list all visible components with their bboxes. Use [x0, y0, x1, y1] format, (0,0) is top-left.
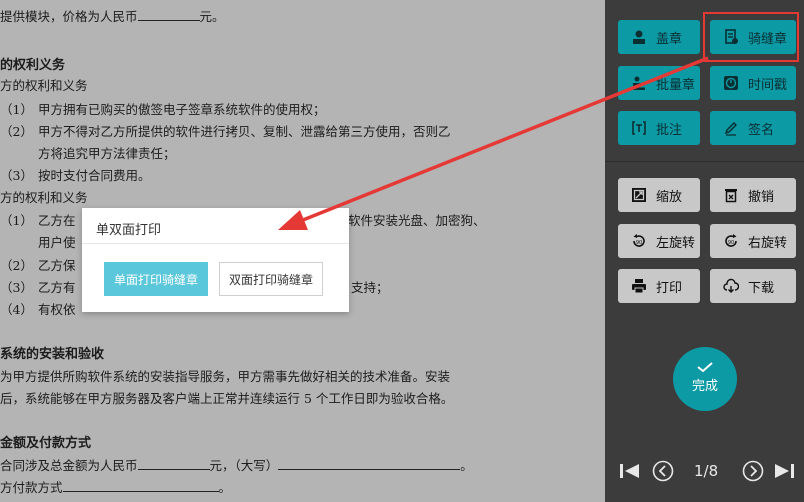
doc-heading: 的权利义务: [0, 58, 66, 73]
trash-icon: [720, 187, 742, 203]
zoom-icon: [628, 187, 650, 203]
zoom-button[interactable]: 缩放: [618, 178, 700, 212]
timestamp-label: 时间戳: [748, 77, 788, 93]
doc-line: 为甲方提供所购软件系统的安装指导服务，甲方需事先做好相关的技术准备。安装: [0, 369, 451, 384]
doc-line: （2） 甲方不得对乙方所提供的软件进行拷贝、复制、泄露给第三方使用，否则乙: [0, 124, 451, 139]
last-page-button[interactable]: [771, 458, 797, 484]
doc-line: （3） 乙方有: [0, 280, 76, 295]
double-side-print-button[interactable]: 双面打印骑缝章: [219, 262, 323, 296]
doc-line: 用户使: [38, 235, 76, 250]
doc-line: 方的权利和义务: [0, 190, 88, 205]
svg-text:90: 90: [728, 240, 734, 246]
doc-line: 方的权利和义务: [0, 78, 88, 93]
rotate-right-label: 右旋转: [748, 235, 788, 251]
download-label: 下载: [748, 280, 775, 296]
done-label: 完成: [691, 378, 718, 394]
undo-label: 撤销: [748, 189, 775, 205]
prev-page-button[interactable]: [650, 458, 676, 484]
next-page-button[interactable]: [740, 458, 766, 484]
cloud-download-icon: [720, 278, 742, 294]
check-icon: [697, 361, 713, 372]
doc-line: （1） 乙方在: [0, 213, 76, 228]
first-page-button[interactable]: [617, 458, 643, 484]
doc-line: 提供模块，价格为人民币 元。: [0, 9, 225, 24]
sign-label: 签名: [748, 122, 775, 138]
doc-line: （2） 乙方保: [0, 258, 76, 273]
red-seal-fragment: [578, 0, 605, 20]
doc-line: 方将追究甲方法律责任；: [38, 146, 176, 161]
timestamp-button[interactable]: 时间戳: [710, 66, 796, 100]
doc-line-tail: 支持；: [351, 280, 389, 295]
doc-line: 后，系统能够在甲方服务器及客户端上正常并连续运行 5 个工作日即为验收合格。: [0, 391, 454, 406]
batch-stamp-icon: [628, 75, 650, 91]
seam-seal-highlight: [703, 12, 799, 62]
user-stamp-icon: [628, 29, 650, 45]
printer-icon: [628, 278, 650, 294]
page-indicator: 1/8: [694, 462, 719, 480]
dialog-divider: [82, 243, 349, 244]
rotate-left-label: 左旋转: [656, 235, 696, 251]
single-side-print-button[interactable]: 单面打印骑缝章: [104, 262, 208, 296]
panel-divider: [605, 161, 804, 162]
batch-stamp-label: 批量章: [656, 77, 696, 93]
clock-icon: [720, 75, 742, 91]
pen-icon: [720, 120, 742, 136]
doc-line: （4） 有权依: [0, 302, 76, 317]
doc-line: （3） 按时支付合同费用。: [0, 168, 151, 183]
rotate-left-icon: 90: [628, 233, 650, 249]
first-page-icon: [620, 464, 639, 478]
doc-line: （1） 甲方拥有已购买的傲签电子签章系统软件的使用权；: [0, 102, 326, 117]
sign-button[interactable]: 签名: [710, 111, 796, 145]
print-mode-dialog: 单双面打印: [82, 208, 349, 312]
doc-line: 合同涉及总金额为人民币 元，（大写）。: [0, 458, 473, 473]
rotate-right-button[interactable]: 90 右旋转: [710, 224, 796, 258]
download-button[interactable]: 下载: [710, 269, 796, 303]
doc-heading: 金额及付款方式: [0, 436, 92, 451]
stamp-label: 盖章: [656, 31, 683, 47]
print-button[interactable]: 打印: [618, 269, 700, 303]
annotate-button[interactable]: 批注: [618, 111, 700, 145]
print-label: 打印: [656, 280, 683, 296]
chevron-right-circle-icon: [742, 460, 764, 482]
rotate-left-button[interactable]: 90 左旋转: [618, 224, 700, 258]
doc-heading: 系统的安装和验收: [0, 347, 105, 362]
rotate-right-icon: 90: [720, 233, 742, 249]
stamp-button[interactable]: 盖章: [618, 20, 700, 54]
zoom-label: 缩放: [656, 189, 683, 205]
svg-text:90: 90: [636, 240, 642, 246]
doc-line: 方付款方式。: [0, 480, 232, 495]
dialog-title: 单双面打印: [96, 223, 162, 238]
undo-button[interactable]: 撤销: [710, 178, 796, 212]
annotate-label: 批注: [656, 122, 683, 138]
text-bracket-icon: [628, 120, 650, 136]
done-button[interactable]: 完成: [673, 347, 737, 411]
doc-line-tail: 软件安装光盘、加密狗、: [348, 213, 486, 228]
chevron-left-circle-icon: [652, 460, 674, 482]
last-page-icon: [775, 464, 794, 478]
batch-stamp-button[interactable]: 批量章: [618, 66, 700, 100]
